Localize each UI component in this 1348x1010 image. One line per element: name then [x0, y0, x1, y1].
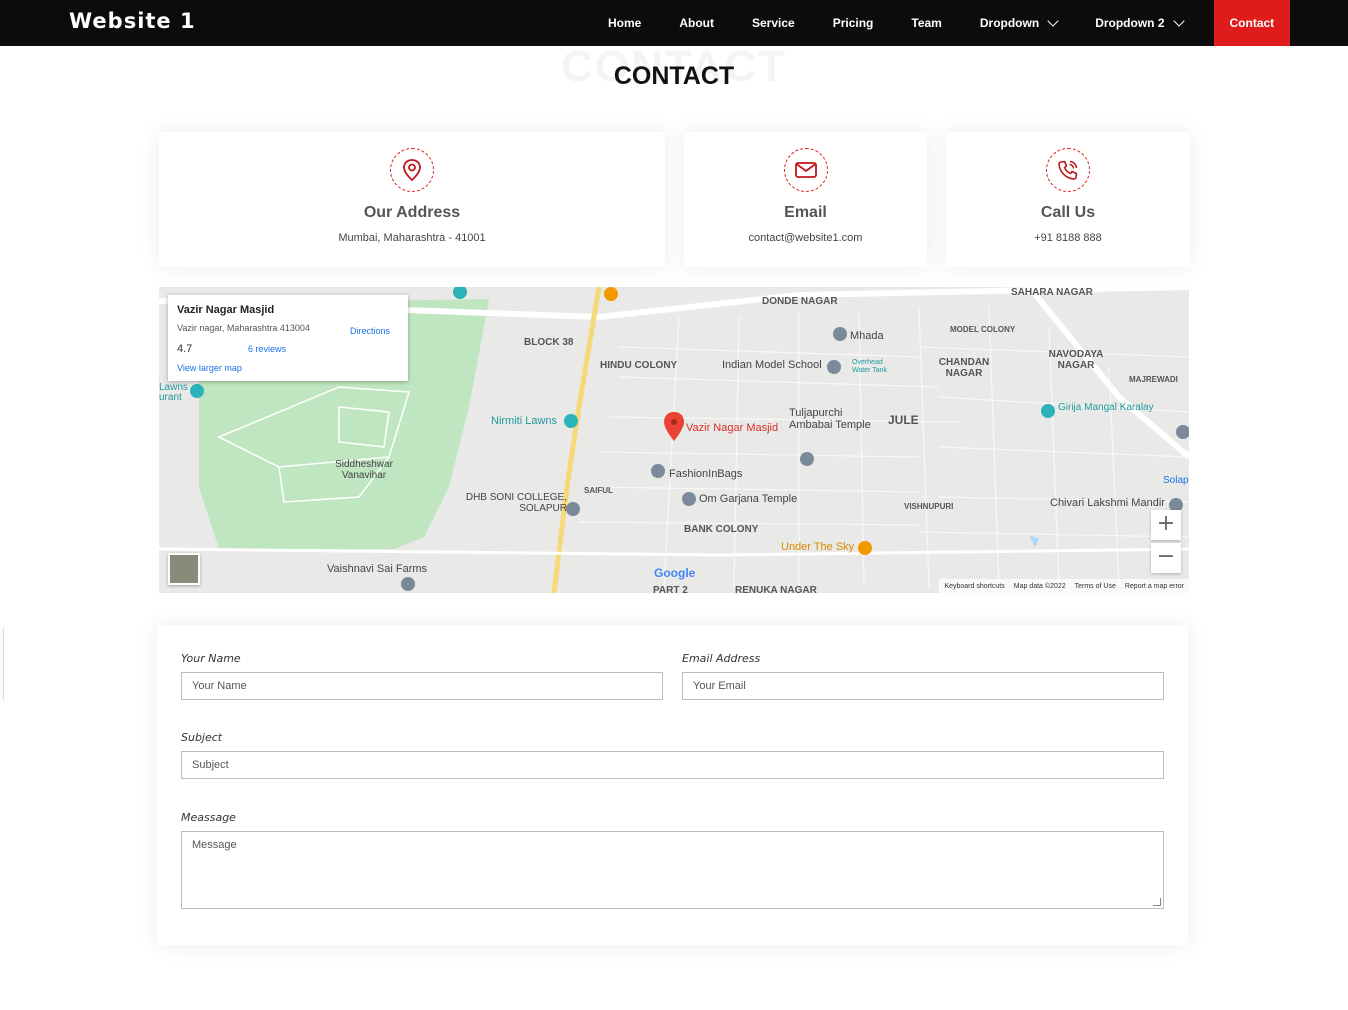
map-area-label: DONDE NAGAR [762, 296, 838, 307]
map-poi[interactable]: Mhada [850, 330, 884, 342]
nav-service[interactable]: Service [733, 0, 814, 46]
map-area-label: MODEL COLONY [950, 325, 1016, 334]
map-data-text: Map data ©2022 [1013, 582, 1066, 590]
nav-dropdown-2-label: Dropdown 2 [1095, 16, 1165, 30]
nav-dropdown-label: Dropdown [979, 16, 1040, 30]
place-rating: 4.7 [177, 343, 193, 355]
info-title: Email [784, 204, 827, 221]
contact-form: Your Name Your Name Email Address Your E… [157, 625, 1188, 945]
map-poi[interactable]: Overhead Water Tank [852, 359, 892, 375]
map-area-label: BLOCK 38 [524, 337, 574, 348]
nav-about[interactable]: About [660, 0, 733, 46]
map-area-label: NAVODAYA NAGAR [1048, 349, 1104, 371]
keyboard-shortcuts-link[interactable]: Keyboard shortcuts [944, 583, 1004, 590]
name-label: Your Name [181, 652, 241, 665]
map-poi[interactable]: Lawns urant [159, 383, 189, 403]
map-poi[interactable]: Tuljapurchi Ambabai Temple [789, 407, 884, 431]
map-place-card: Vazir Nagar Masjid Vazir nagar, Maharash… [168, 295, 408, 381]
subject-input[interactable]: Subject [181, 751, 1164, 779]
map-poi[interactable]: Indian Model School [722, 359, 822, 371]
map-area-label: MAJREWADI [1129, 375, 1178, 384]
main-nav: Home About Service Pricing Team Dropdown… [589, 0, 1291, 46]
phone-icon [1046, 148, 1090, 192]
map-area-label: RENUKA NAGAR [735, 585, 817, 593]
map-pin-icon [390, 148, 434, 192]
map-poi[interactable]: Solap [1163, 475, 1189, 486]
map-poi[interactable]: FashionInBags [669, 468, 742, 480]
chevron-down-icon [1047, 14, 1059, 27]
reviews-link[interactable]: 6 reviews [248, 344, 286, 354]
nav-pricing[interactable]: Pricing [814, 0, 893, 46]
map-area-label: CHANDAN NAGAR [938, 357, 990, 379]
map-poi[interactable]: Nirmiti Lawns [491, 415, 557, 427]
map-poi[interactable]: Girija Mangal Karalay [1058, 402, 1154, 413]
place-address: Vazir nagar, Maharashtra 413004 [177, 323, 310, 333]
message-placeholder: Message [192, 839, 237, 851]
terms-link[interactable]: Terms of Use [1075, 583, 1116, 590]
map-area-label: SAHARA NAGAR [1011, 287, 1093, 298]
chevron-down-icon [1172, 14, 1185, 27]
map-area-label: VISHNUPURI [904, 502, 954, 511]
zoom-out-button[interactable]: − [1151, 543, 1181, 573]
resize-handle-icon[interactable] [1153, 898, 1161, 906]
envelope-icon [783, 148, 828, 192]
nav-dropdown-2[interactable]: Dropdown 2 [1076, 0, 1201, 46]
site-logo[interactable]: Website 1 [69, 9, 196, 33]
info-title: Call Us [1040, 204, 1096, 221]
nav-dropdown[interactable]: Dropdown [961, 0, 1076, 46]
place-title: Vazir Nagar Masjid [177, 304, 275, 316]
map-poi[interactable]: DHB SONI COLLEGE, SOLAPUR [457, 492, 567, 514]
map-poi[interactable]: Under The Sky [781, 541, 854, 553]
section-title-wrap: CONTACT CONTACT [0, 42, 1348, 102]
map-area-label: HINDU COLONY [600, 360, 678, 371]
map-area-label: PART 2 [653, 585, 688, 593]
nav-home[interactable]: Home [589, 0, 660, 46]
nav-contact[interactable]: Contact [1213, 0, 1291, 46]
map-footer: Keyboard shortcuts Map data ©2022 Terms … [939, 579, 1189, 593]
report-error-link[interactable]: Report a map error [1125, 583, 1184, 590]
map-poi[interactable]: Vaishnavi Sai Farms [327, 563, 427, 575]
email-label: Email Address [682, 652, 761, 665]
info-box-email: Email contact@website1.com [684, 132, 927, 267]
map-area-label: BANK COLONY [684, 524, 759, 535]
info-box-phone: Call Us +91 8188 888 [946, 132, 1190, 267]
email-input[interactable]: Your Email [682, 672, 1164, 700]
subject-label: Subject [181, 731, 223, 744]
directions-link[interactable]: Directions [350, 326, 390, 336]
satellite-toggle-button[interactable] [168, 553, 200, 585]
info-text[interactable]: contact@website1.com [684, 232, 927, 244]
section-title: CONTACT [613, 62, 735, 90]
message-label: Meassage [181, 811, 236, 824]
map-area-label: JULE [888, 413, 919, 427]
zoom-in-button[interactable]: + [1151, 510, 1181, 540]
info-title: Our Address [363, 204, 461, 221]
map-pin-label[interactable]: Vazir Nagar Masjid [686, 422, 778, 434]
top-navbar: Website 1 Home About Service Pricing Tea… [0, 0, 1348, 46]
info-text[interactable]: +91 8188 888 [946, 232, 1190, 244]
page-edge-tab [0, 627, 4, 701]
info-box-address: Our Address Mumbai, Maharashtra - 41001 [159, 132, 665, 267]
google-logo: Google [654, 566, 696, 580]
map-poi[interactable]: Siddheshwar Vanavihar [329, 459, 399, 481]
map-poi[interactable]: Om Garjana Temple [699, 493, 797, 505]
message-textarea[interactable]: Message [181, 831, 1164, 909]
nav-team[interactable]: Team [892, 0, 960, 46]
google-map[interactable]: DONDE NAGAR BLOCK 38 HINDU COLONY CHANDA… [159, 287, 1189, 593]
view-larger-map-link[interactable]: View larger map [177, 363, 242, 373]
info-text: Mumbai, Maharashtra - 41001 [338, 232, 486, 244]
map-poi[interactable]: Chivari Lakshmi Mandir [1050, 497, 1165, 509]
map-area-label: SAIFUL [584, 486, 613, 495]
name-input[interactable]: Your Name [181, 672, 663, 700]
